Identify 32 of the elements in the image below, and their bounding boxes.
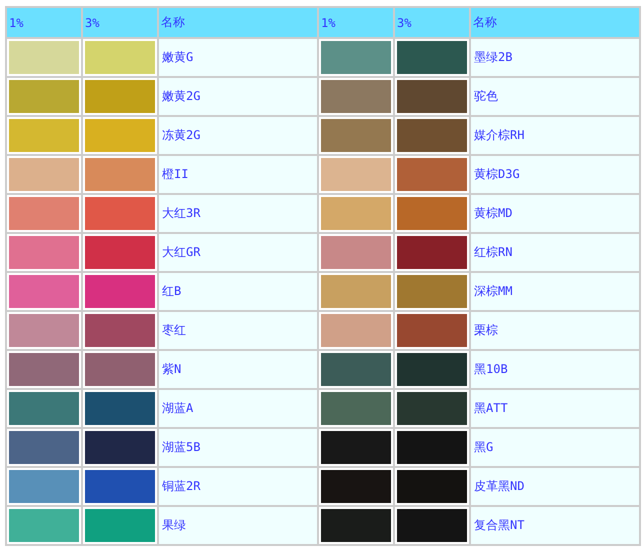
color-name: 黑10B bbox=[471, 351, 639, 388]
color-name: 湖蓝5B bbox=[159, 429, 317, 466]
color-name: 红棕RN bbox=[471, 234, 639, 271]
color-name: 红B bbox=[159, 273, 317, 310]
color-name: 驼色 bbox=[471, 78, 639, 115]
color-name: 黑G bbox=[471, 429, 639, 466]
color-name: 大红GR bbox=[159, 234, 317, 271]
color-name: 嫩黄2G bbox=[159, 78, 317, 115]
color-name: 深棕MM bbox=[471, 273, 639, 310]
color-name: 复合黑NT bbox=[471, 507, 639, 544]
color-name: 黑ATT bbox=[471, 390, 639, 427]
color-name: 枣红 bbox=[159, 312, 317, 349]
column-header: 3% bbox=[395, 8, 469, 37]
color-name: 湖蓝A bbox=[159, 390, 317, 427]
color-name: 嫩黄G bbox=[159, 39, 317, 76]
color-name: 媒介棕RH bbox=[471, 117, 639, 154]
color-name: 黄棕MD bbox=[471, 195, 639, 232]
column-header: 1% bbox=[319, 8, 393, 37]
color-name: 栗棕 bbox=[471, 312, 639, 349]
color-name: 大红3R bbox=[159, 195, 317, 232]
color-name: 铜蓝2R bbox=[159, 468, 317, 505]
color-name: 紫N bbox=[159, 351, 317, 388]
column-header: 3% bbox=[83, 8, 157, 37]
column-header: 1% bbox=[7, 8, 81, 37]
color-name: 冻黄2G bbox=[159, 117, 317, 154]
column-header: 名称 bbox=[471, 8, 639, 37]
column-header: 名称 bbox=[159, 8, 317, 37]
color-name: 墨绿2B bbox=[471, 39, 639, 76]
color-name: 黄棕D3G bbox=[471, 156, 639, 193]
color-name: 橙II bbox=[159, 156, 317, 193]
color-name: 皮革黑ND bbox=[471, 468, 639, 505]
color-name: 果绿 bbox=[159, 507, 317, 544]
